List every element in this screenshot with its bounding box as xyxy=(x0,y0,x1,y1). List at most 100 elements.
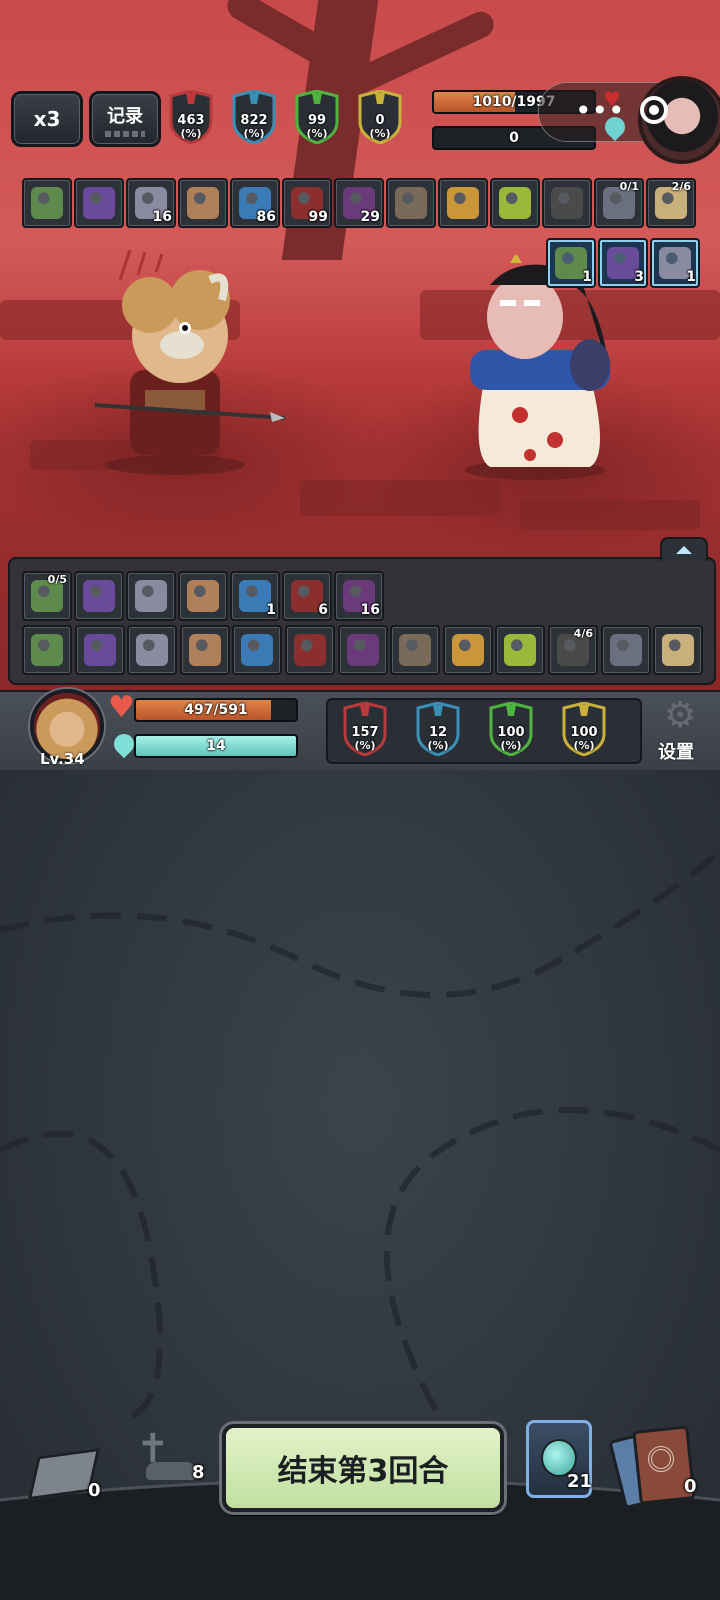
item-slot[interactable] xyxy=(74,178,124,228)
log-label: 记录 xyxy=(107,105,143,127)
item-charge-count: 0/5 xyxy=(47,573,67,586)
player-item-panel: 0/5 1 6 16 4/6 xyxy=(8,537,716,685)
item-slot[interactable]: 29 xyxy=(334,178,384,228)
stat-shield[interactable]: 100 (%) xyxy=(486,702,536,756)
draw-pile[interactable]: 0 xyxy=(26,1444,101,1504)
monster-icon xyxy=(447,187,479,219)
stat-shield[interactable]: 822 (%) xyxy=(229,90,279,144)
stat-unit: (%) xyxy=(427,739,449,752)
item-slot[interactable]: 0/5 xyxy=(22,571,72,621)
player-character[interactable] xyxy=(90,250,290,480)
speed-button[interactable]: x3 xyxy=(11,91,83,147)
stat-value: 99 xyxy=(307,113,327,128)
stat-shield[interactable]: 463 (%) xyxy=(166,90,216,144)
item-slot[interactable]: 16 xyxy=(126,178,176,228)
enemy-character[interactable] xyxy=(450,255,630,485)
item-slot[interactable] xyxy=(74,571,124,621)
broom-icon xyxy=(399,634,432,666)
log-icon xyxy=(105,130,145,137)
item-slot[interactable] xyxy=(600,625,651,675)
stat-shield[interactable]: 0 (%) xyxy=(355,90,405,144)
item-count: 99 xyxy=(308,209,328,225)
heart-icon: ♥ xyxy=(603,87,621,111)
settings-button[interactable]: ⚙ 设置 xyxy=(652,696,712,766)
item-count: 29 xyxy=(360,209,380,225)
item-slot[interactable]: 1 xyxy=(230,571,280,621)
close-target-icon-dot xyxy=(649,105,659,115)
item-slot[interactable] xyxy=(490,178,540,228)
speed-label: x3 xyxy=(33,107,61,131)
item-slot[interactable] xyxy=(337,625,388,675)
stat-value: 100 xyxy=(570,725,598,740)
item-slot[interactable]: 99 xyxy=(282,178,332,228)
gear-icon: ⚙ xyxy=(664,695,697,736)
item-slot[interactable] xyxy=(442,625,493,675)
background-rock xyxy=(300,480,500,516)
stat-shield[interactable]: 157 (%) xyxy=(340,702,390,756)
discard-pile[interactable]: 0 xyxy=(608,1425,716,1510)
book-icon xyxy=(395,187,427,219)
item-slot[interactable]: 0/1 xyxy=(594,178,644,228)
item-slot[interactable]: 6 xyxy=(282,571,332,621)
spear-icon xyxy=(136,634,169,666)
helmet-icon xyxy=(294,634,326,666)
item-slot[interactable] xyxy=(126,571,176,621)
settings-label: 设置 xyxy=(658,742,694,763)
helmet-icon xyxy=(83,580,115,612)
item-slot[interactable] xyxy=(386,178,436,228)
stat-unit: (%) xyxy=(369,127,391,140)
panel-collapse-button[interactable] xyxy=(660,537,708,561)
chevron-up-icon xyxy=(676,546,692,554)
stat-shield[interactable]: 99 (%) xyxy=(292,90,342,144)
stat-shield[interactable]: 100 (%) xyxy=(559,702,609,756)
item-slot[interactable]: 1 xyxy=(650,238,700,288)
item-slot[interactable]: 16 xyxy=(334,571,384,621)
item-slot[interactable] xyxy=(22,178,72,228)
stat-unit: (%) xyxy=(243,127,265,140)
item-slot[interactable] xyxy=(438,178,488,228)
potion-slot[interactable]: 21 xyxy=(526,1420,592,1498)
item-slot[interactable]: 1 xyxy=(546,238,596,288)
item-slot[interactable] xyxy=(285,625,335,675)
item-count: 86 xyxy=(256,209,276,225)
item-slot[interactable] xyxy=(178,571,228,621)
item-slot[interactable]: 86 xyxy=(230,178,280,228)
purple-gem-icon xyxy=(83,187,115,219)
stat-value: 157 xyxy=(351,725,379,740)
item-slot[interactable] xyxy=(653,625,704,675)
item-slot[interactable] xyxy=(22,625,72,675)
end-turn-button[interactable]: 结束第3回合 xyxy=(222,1424,504,1512)
item-slot[interactable] xyxy=(232,625,283,675)
item-slot[interactable] xyxy=(178,178,228,228)
player-status-bar: Lv.34 ♥ 497/591 14 157 (%) 12 (%) 100 (%) 100(… xyxy=(0,689,720,772)
battle-scene: x3 记录 463 (%) 822 (%) 99 (%) 0 (%) 1010/1997 0 … xyxy=(0,0,720,690)
item-slot[interactable] xyxy=(495,625,546,675)
item-slot[interactable]: 3 xyxy=(598,238,648,288)
stat-shield[interactable]: 12 (%) xyxy=(413,702,463,756)
item-charge-count: 2/6 xyxy=(671,180,691,193)
discard-pile-count: 0 xyxy=(684,1476,697,1497)
item-slot[interactable] xyxy=(74,625,125,675)
item-slot[interactable]: 4/6 xyxy=(548,625,598,675)
item-slot[interactable] xyxy=(542,178,592,228)
stat-value: 12 xyxy=(428,725,448,740)
stat-unit: (%) xyxy=(573,739,595,752)
background-rock xyxy=(520,500,700,530)
red-pipe-icon xyxy=(346,634,379,666)
staff-icon xyxy=(31,634,63,666)
stat-unit: (%) xyxy=(180,127,202,140)
item-slot[interactable] xyxy=(127,625,178,675)
stat-unit: (%) xyxy=(306,127,328,140)
player-mana-text: 14 xyxy=(206,738,226,754)
item-count: 16 xyxy=(152,209,172,225)
item-charge-count: 4/6 xyxy=(573,627,593,640)
graveyard-pile[interactable]: ✝ 8 xyxy=(126,1426,216,1492)
fish-icon xyxy=(83,634,116,666)
mask-icon xyxy=(504,634,537,666)
player-hp-text: 497/591 xyxy=(184,702,248,718)
log-button[interactable]: 记录 xyxy=(89,91,161,147)
item-slot[interactable]: 2/6 xyxy=(646,178,696,228)
item-slot[interactable] xyxy=(179,625,230,675)
item-slot[interactable] xyxy=(390,625,441,675)
item-count: 6 xyxy=(318,602,328,618)
